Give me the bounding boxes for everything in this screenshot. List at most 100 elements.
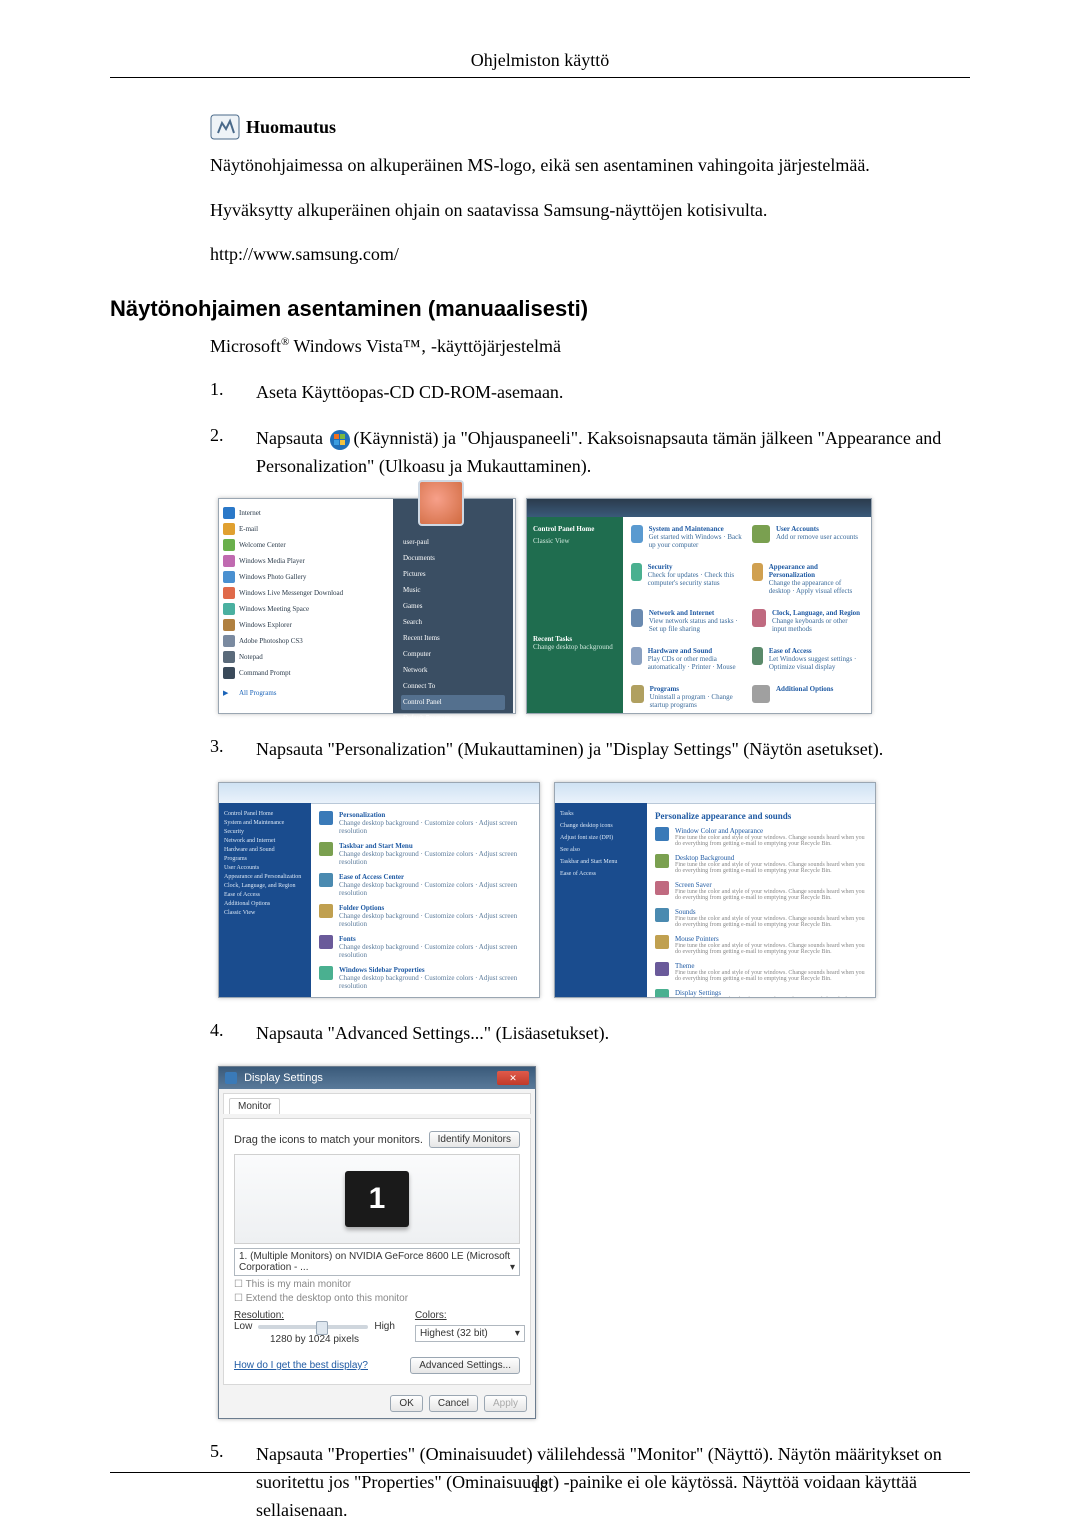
all-programs[interactable]: ▶All Programs [223,685,389,701]
appearance-item[interactable]: FontsChange desktop background · Customi… [319,935,531,959]
sidebar-link[interactable]: Hardware and Sound [224,847,306,853]
note-label: Huomautus [246,117,336,138]
personalize-item[interactable]: Window Color and AppearanceFine tune the… [655,827,867,847]
best-display-link[interactable]: How do I get the best display? [234,1360,368,1371]
main-monitor-checkbox: ☐ This is my main monitor [234,1279,520,1290]
sidebar-link[interactable]: Additional Options [224,901,306,907]
startmenu-right-item[interactable]: Music [401,583,505,598]
sidebar-link[interactable]: Tasks [560,811,642,817]
startmenu-right-item[interactable]: Network [401,663,505,678]
startmenu-right-item[interactable]: Games [401,599,505,614]
startmenu-item[interactable]: Windows Live Messenger Download [223,585,389,601]
startmenu-item[interactable]: Windows Photo Gallery [223,569,389,585]
sidebar-link[interactable]: System and Maintenance [224,820,306,826]
appearance-item[interactable]: PersonalizationChange desktop background… [319,811,531,835]
personalize-item[interactable]: Mouse PointersFine tune the color and st… [655,935,867,955]
cp-category[interactable]: Network and InternetView network status … [631,609,742,633]
note-text-1: Näytönohjaimessa on alkuperäinen MS-logo… [210,150,970,181]
page-number: 18 [532,1479,548,1496]
cp-category[interactable]: Clock, Language, and RegionChange keyboa… [752,609,863,633]
sidebar-link[interactable]: Network and Internet [224,838,306,844]
sidebar-link[interactable]: Change desktop icons [560,823,642,829]
os-line: Microsoft® Windows Vista™‚ -käyttöjärjes… [210,336,970,357]
note-text-2: Hyväksytty alkuperäinen ohjain on saatav… [210,195,970,226]
sidebar-link[interactable]: See also [560,847,642,853]
sidebar-link[interactable]: Classic View [224,910,306,916]
monitor-select[interactable]: 1. (Multiple Monitors) on NVIDIA GeForce… [234,1248,520,1276]
sidebar-link[interactable]: Ease of Access [560,871,642,877]
startmenu-right-item[interactable]: Help and Support [401,727,505,742]
startmenu-right-item[interactable]: user-paul [401,535,505,550]
step-4: 4. Napsauta "Advanced Settings..." (Lisä… [210,1020,970,1048]
sidebar-link[interactable]: Taskbar and Start Menu [560,859,642,865]
startmenu-right-item[interactable]: Documents [401,551,505,566]
personalize-panel-mock: Tasks Change desktop icons Adjust font siz… [554,782,876,998]
sidebar-link[interactable]: Control Panel Home [224,811,306,817]
avatar [418,480,464,526]
personalize-item[interactable]: Screen SaverFine tune the color and styl… [655,881,867,901]
sidebar-link[interactable]: Security [224,829,306,835]
apply-button: Apply [484,1395,527,1412]
figure-display-settings: Display Settings ✕ Monitor Drag the icon… [218,1066,970,1419]
step-3: 3. Napsauta "Personalization" (Mukauttam… [210,736,970,764]
startmenu-right-item[interactable]: Recent Items [401,631,505,646]
ok-button[interactable]: OK [390,1395,422,1412]
tab-monitor[interactable]: Monitor [229,1098,280,1114]
resolution-label: Resolution: [234,1310,395,1321]
startmenu-item[interactable]: Adobe Photoshop CS3 [223,633,389,649]
close-icon[interactable]: ✕ [497,1071,529,1085]
controlpanel-mock: Control Panel Home Classic View Recent T… [526,498,872,714]
startmenu-right-item[interactable]: Pictures [401,567,505,582]
step-1: 1. Aseta Käyttöopas-CD CD-ROM-asemaan. [210,379,970,407]
appearance-item[interactable]: Folder OptionsChange desktop background … [319,904,531,928]
dialog-title: Display Settings [225,1072,323,1084]
appearance-item[interactable]: Windows Sidebar PropertiesChange desktop… [319,966,531,990]
resolution-slider[interactable]: Low High [234,1321,395,1332]
cp-category[interactable]: Ease of AccessLet Windows suggest settin… [752,647,863,671]
personalize-item[interactable]: ThemeFine tune the color and style of yo… [655,962,867,982]
startmenu-item[interactable]: E-mail [223,521,389,537]
cp-category[interactable]: Appearance and PersonalizationChange the… [752,563,863,595]
startmenu-right-item[interactable]: Search [401,615,505,630]
display-settings-dialog: Display Settings ✕ Monitor Drag the icon… [218,1066,536,1419]
startmenu-right-item[interactable]: Control Panel [401,695,505,710]
startmenu-item[interactable]: Internet [223,505,389,521]
sidebar-link[interactable]: Adjust font size (DPI) [560,835,642,841]
cancel-button[interactable]: Cancel [429,1395,478,1412]
startmenu-item[interactable]: Windows Media Player [223,553,389,569]
colors-select[interactable]: Highest (32 bit)▾ [415,1325,525,1342]
sidebar-link[interactable]: Ease of Access [224,892,306,898]
note-block: Huomautus Näytönohjaimessa on alkuperäin… [210,114,970,270]
cp-category[interactable]: Additional Options [752,685,863,709]
monitor-preview: 1 [234,1154,520,1244]
advanced-settings-button[interactable]: Advanced Settings... [410,1357,520,1374]
startmenu-item[interactable]: Welcome Center [223,537,389,553]
startmenu-item[interactable]: Windows Explorer [223,617,389,633]
cp-category[interactable]: SecurityCheck for updates · Check this c… [631,563,742,595]
personalize-item[interactable]: Display SettingsFine tune the color and … [655,989,867,998]
startmenu-right-item[interactable]: Computer [401,647,505,662]
monitor-icon[interactable]: 1 [345,1171,409,1227]
sidebar-link[interactable]: Programs [224,856,306,862]
startmenu-item[interactable]: Notepad [223,649,389,665]
sidebar-link[interactable]: User Accounts [224,865,306,871]
startmenu-item[interactable]: Command Prompt [223,665,389,681]
personalize-title: Personalize appearance and sounds [655,811,867,821]
personalize-item[interactable]: SoundsFine tune the color and style of y… [655,908,867,928]
cp-category[interactable]: Hardware and SoundPlay CDs or other medi… [631,647,742,671]
appearance-item[interactable]: Ease of Access CenterChange desktop back… [319,873,531,897]
cp-category[interactable]: ProgramsUninstall a program · Change sta… [631,685,742,709]
step-2: 2. Napsauta (Käynnistä) ja "Ohjauspaneel… [210,425,970,481]
cp-category[interactable]: System and MaintenanceGet started with W… [631,525,742,549]
appearance-item[interactable]: Taskbar and Start MenuChange desktop bac… [319,842,531,866]
startmenu-right-item[interactable]: Connect To [401,679,505,694]
cp-category[interactable]: User AccountsAdd or remove user accounts [752,525,863,549]
startmenu-right-item[interactable]: Default Programs [401,711,505,726]
figure-startmenu-controlpanel: InternetE-mailWelcome CenterWindows Medi… [218,498,970,714]
note-icon [210,114,240,140]
identify-monitors-button[interactable]: Identify Monitors [429,1131,520,1148]
startmenu-item[interactable]: Windows Meeting Space [223,601,389,617]
sidebar-link[interactable]: Appearance and Personalization [224,874,306,880]
sidebar-link[interactable]: Clock, Language, and Region [224,883,306,889]
personalize-item[interactable]: Desktop BackgroundFine tune the color an… [655,854,867,874]
